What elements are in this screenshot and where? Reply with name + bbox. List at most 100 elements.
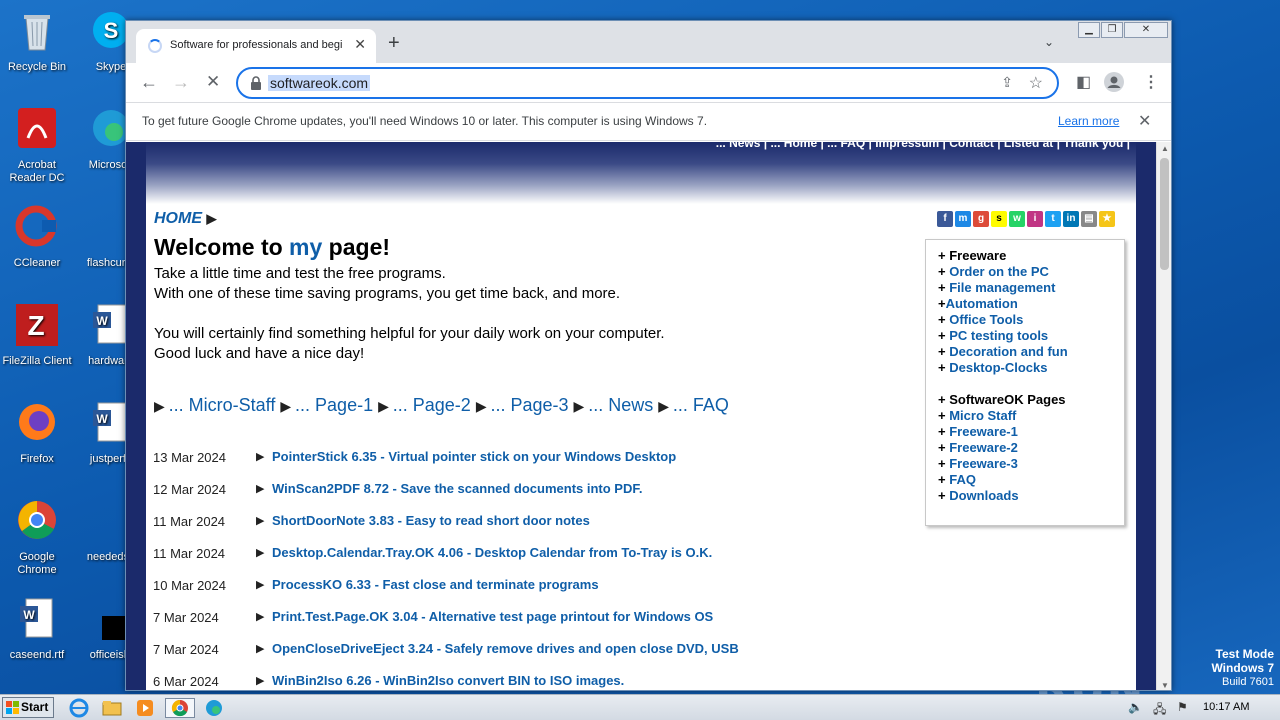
bookmark-star-icon[interactable]: ☆ [1029,73,1043,93]
section-nav-links: ▶ ... Micro-Staff ▶ ... Page-1 ▶ ... Pag… [154,395,729,416]
chrome-taskbar-button[interactable] [165,698,195,718]
sidebar-item[interactable]: + Decoration and fun [938,344,1068,359]
word-doc-graphic: W [20,598,53,638]
tab-close-icon[interactable]: ✕ [354,36,366,53]
menu-kebab-icon[interactable]: ⋮ [1143,72,1159,92]
sidebar-item[interactable]: + Order on the PC [938,264,1049,279]
sidebar-item[interactable]: + Freeware-1 [938,424,1018,439]
sidebar-item[interactable]: + Desktop-Clocks [938,360,1047,375]
whatsapp-icon[interactable]: w [1009,211,1025,227]
acrobat-reader-shortcut-icon[interactable]: Acrobat Reader DC [0,106,74,185]
recycle-bin-graphic [24,15,50,51]
news-link[interactable]: ProcessKO 6.33 - Fast close and terminat… [272,577,599,592]
nav-link-page-3[interactable]: ... Page-3 [490,395,568,415]
sidebar-item[interactable]: + File management [938,280,1055,295]
ccleaner-shortcut-icon[interactable]: CCleaner [0,204,74,270]
scroll-up-arrow-icon[interactable]: ▲ [1161,144,1169,153]
page-scrollbar[interactable]: ▲ ▼ [1156,142,1171,690]
top-links[interactable]: ... News | ... Home | ... FAQ | Impressu… [716,142,1130,150]
internet-explorer-icon[interactable] [68,698,94,718]
breadcrumb-home[interactable]: HOME [154,210,202,227]
sidebar-item[interactable]: + Micro Staff [938,408,1016,423]
sidebar-heading-softwareok-pages[interactable]: + SoftwareOK Pages [938,392,1066,407]
sidebar-item[interactable]: + PC testing tools [938,328,1048,343]
sidebar-item[interactable]: + Freeware-2 [938,440,1018,455]
tab-search-chevron-icon[interactable]: ⌄ [1044,35,1054,49]
stop-loading-icon[interactable]: ✕ [206,72,220,92]
nav-arrow-icon: ▶ [658,398,673,414]
sidebar-item[interactable]: + FAQ [938,472,976,487]
sidebar-item[interactable]: +Automation [938,296,1018,311]
news-date: 6 Mar 2024 [153,674,219,689]
news-date: 11 Mar 2024 [153,514,226,529]
active-tab[interactable]: Software for professionals and begi ✕ [136,29,376,63]
svg-text:W: W [23,608,35,622]
welcome-suffix: page! [322,234,391,260]
network-icon[interactable]: 🖧 [1153,700,1166,720]
snapchat-icon[interactable]: s [991,211,1007,227]
minimize-button[interactable]: ▁ [1078,22,1100,38]
nav-link-page-2[interactable]: ... Page-2 [393,395,471,415]
system-clock[interactable]: 10:17 AM [1203,701,1249,713]
side-panel-icon[interactable]: ◧ [1076,72,1091,92]
news-link[interactable]: WinBin2Iso 6.26 - WinBin2Iso convert BIN… [272,673,624,688]
window-close-button[interactable]: ✕ [1124,22,1168,38]
caseend-rtf-icon[interactable]: W caseend.rtf [0,596,74,662]
filezilla-shortcut-icon[interactable]: Z FileZilla Client [0,302,74,368]
linkedin-icon[interactable]: in [1063,211,1079,227]
recycle-bin-icon[interactable]: Recycle Bin [0,8,74,74]
file-explorer-icon[interactable] [101,698,127,718]
sidebar-item[interactable]: + Downloads [938,488,1019,503]
maximize-button[interactable]: ❐ [1101,22,1123,38]
nav-arrow-icon: ▶ [154,398,169,414]
google-chrome-shortcut-icon[interactable]: Google Chrome [0,498,74,577]
twitter-icon[interactable]: t [1045,211,1061,227]
url-text[interactable]: softwareok.com [268,75,371,91]
sidebar-heading-freeware[interactable]: + Freeware [938,248,1006,263]
forward-arrow-icon[interactable]: → [172,72,190,92]
firefox-shortcut-icon[interactable]: Firefox [0,400,74,466]
profile-avatar-icon[interactable] [1104,72,1124,97]
news-link[interactable]: OpenCloseDriveEject 3.24 - Safely remove… [272,641,739,656]
scrollbar-thumb[interactable] [1160,158,1169,270]
news-link[interactable]: Desktop.Calendar.Tray.OK 4.06 - Desktop … [272,545,712,560]
sidebar-item[interactable]: + Office Tools [938,312,1023,327]
instagram-icon[interactable]: i [1027,211,1043,227]
back-arrow-icon[interactable]: ← [140,72,158,92]
scroll-down-arrow-icon[interactable]: ▼ [1161,681,1169,690]
action-center-flag-icon[interactable]: ⚑ [1177,700,1188,714]
infobar-close-icon[interactable]: ✕ [1138,111,1151,131]
ccleaner-graphic [15,205,57,247]
nav-link-page-1[interactable]: ... Page-1 [295,395,373,415]
news-link[interactable]: WinScan2PDF 8.72 - Save the scanned docu… [272,481,642,496]
caseend-label: caseend.rtf [9,649,65,661]
breadcrumb-arrow-icon: ▶ [206,211,217,226]
nav-arrow-icon: ▶ [573,398,589,414]
address-bar[interactable]: softwareok.com ⇪ ☆ [236,67,1059,99]
print-icon[interactable]: ▤ [1081,211,1097,227]
new-tab-button[interactable]: + [388,33,400,53]
news-link[interactable]: Print.Test.Page.OK 3.04 - Alternative te… [272,609,713,624]
nav-link-news[interactable]: ... News [588,395,653,415]
lock-icon[interactable] [250,76,262,90]
google-plus-icon[interactable]: g [973,211,989,227]
bookmark-star-icon[interactable]: ★ [1099,211,1115,227]
speaker-icon[interactable]: 🔈 [1128,700,1143,714]
nav-arrow-icon: ▶ [280,398,296,414]
news-date: 13 Mar 2024 [153,450,226,465]
news-date: 7 Mar 2024 [153,610,219,625]
news-link[interactable]: ShortDoorNote 3.83 - Easy to read short … [272,513,590,528]
facebook-icon[interactable]: f [937,211,953,227]
nav-link-micro-staff[interactable]: ... Micro-Staff [169,395,276,415]
messenger-icon[interactable]: m [955,211,971,227]
news-link[interactable]: PointerStick 6.35 - Virtual pointer stic… [272,449,676,464]
svg-text:Z: Z [27,310,44,341]
learn-more-link[interactable]: Learn more [1058,114,1119,128]
edge-taskbar-icon[interactable] [203,698,229,718]
sidebar-item[interactable]: + Freeware-3 [938,456,1018,471]
nav-link-faq[interactable]: ... FAQ [673,395,729,415]
media-player-icon[interactable] [134,698,160,718]
firefox-graphic [19,404,55,440]
start-button[interactable]: Start [2,697,54,718]
share-icon[interactable]: ⇪ [1001,74,1013,91]
